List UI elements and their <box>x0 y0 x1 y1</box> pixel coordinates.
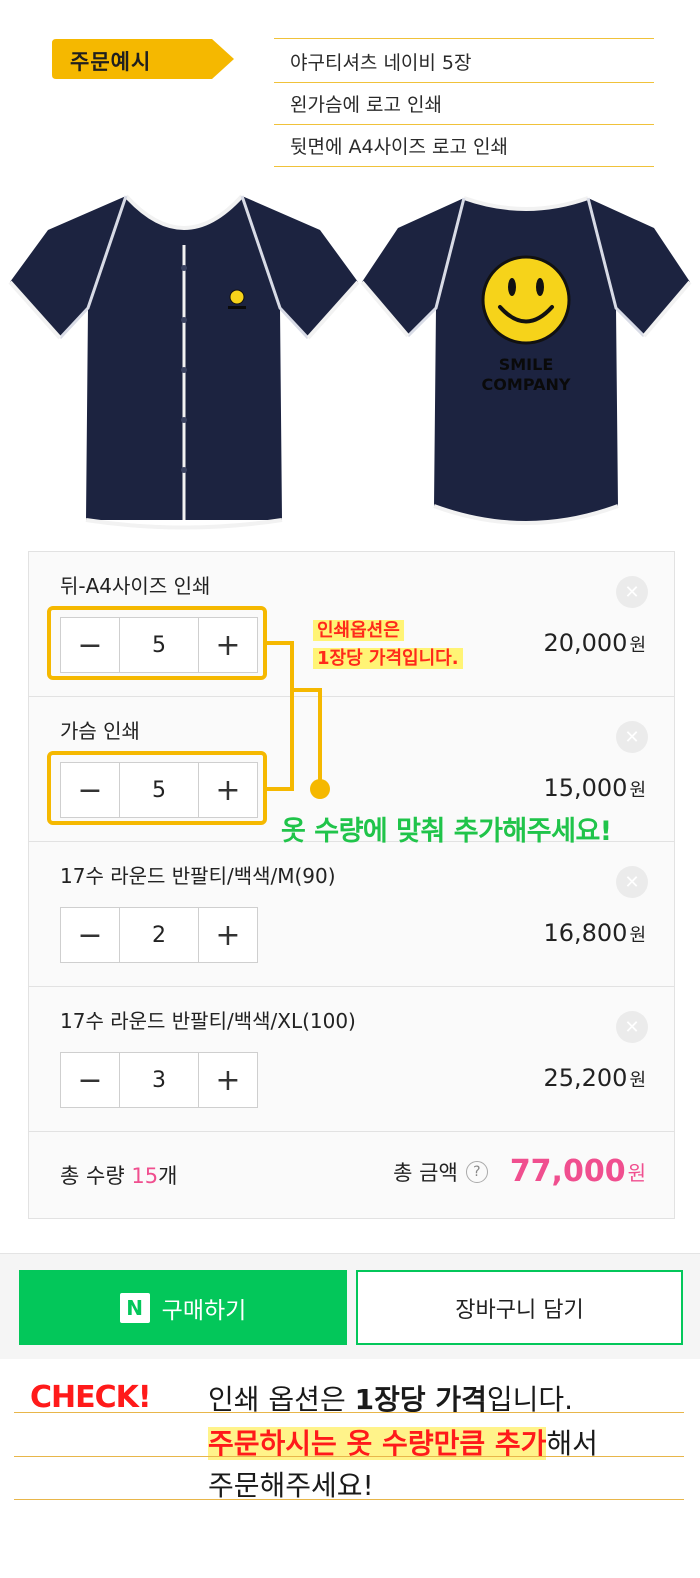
total-quantity-unit: 개 <box>158 1164 178 1188</box>
currency-unit: 원 <box>627 1161 646 1185</box>
currency-unit: 원 <box>629 1070 646 1091</box>
annotation-connector <box>267 641 330 799</box>
total-quantity: 총 수량 15개 <box>60 1160 177 1190</box>
buy-label: 구매하기 <box>161 1297 247 1324</box>
quantity-stepper: − 2 + <box>60 907 258 963</box>
add-to-cart-button[interactable]: 장바구니 담기 <box>356 1270 683 1345</box>
increase-button[interactable]: + <box>199 1053 257 1107</box>
annotation-callout: 옷 수량에 맞춰 추가해주세요! <box>281 816 612 847</box>
naver-logo-icon: N <box>119 1292 150 1323</box>
option-price: 16,800 원 <box>543 919 646 947</box>
remove-option-button[interactable]: ✕ <box>616 1011 648 1043</box>
option-title: 17수 라운드 반팔티/백색/XL(100) <box>60 1009 356 1033</box>
price-value: 25,200 <box>543 1064 628 1092</box>
annotation-note: 1장당 가격입니다. <box>313 644 463 670</box>
quantity-stepper: − 3 + <box>60 1052 258 1108</box>
annotation-note: 인쇄옵션은 <box>313 616 404 642</box>
purchase-bar: N 구매하기 장바구니 담기 <box>0 1253 700 1359</box>
check-label: CHECK! <box>30 1380 152 1415</box>
increase-button[interactable]: + <box>199 908 257 962</box>
option-row: 17수 라운드 반팔티/백색/XL(100) − 3 + ✕ 25,200 원 <box>29 987 674 1132</box>
decrease-button[interactable]: − <box>61 908 119 962</box>
divider <box>14 1499 684 1500</box>
total-quantity-value: 15 <box>131 1164 159 1188</box>
total-amount-value: 77,000 <box>509 1154 626 1189</box>
total-amount: 총 금액 ? 77,000 원 <box>393 1154 646 1189</box>
quantity-input[interactable]: 3 <box>119 1053 199 1107</box>
total-amount-label: 총 금액 <box>393 1160 458 1185</box>
help-icon[interactable]: ? <box>465 1160 488 1183</box>
divider <box>14 1456 684 1457</box>
order-totals: 총 수량 15개 총 금액 ? 77,000 원 <box>29 1132 674 1218</box>
total-quantity-label: 총 수량 <box>60 1164 125 1188</box>
quantity-input[interactable]: 2 <box>119 908 199 962</box>
naver-buy-button[interactable]: N 구매하기 <box>19 1270 347 1345</box>
decrease-button[interactable]: − <box>61 1053 119 1107</box>
divider <box>14 1412 684 1413</box>
price-value: 16,800 <box>543 919 628 947</box>
check-line-3: 주문해주세요! <box>208 1469 374 1502</box>
option-price: 25,200 원 <box>543 1064 646 1092</box>
currency-unit: 원 <box>629 925 646 946</box>
